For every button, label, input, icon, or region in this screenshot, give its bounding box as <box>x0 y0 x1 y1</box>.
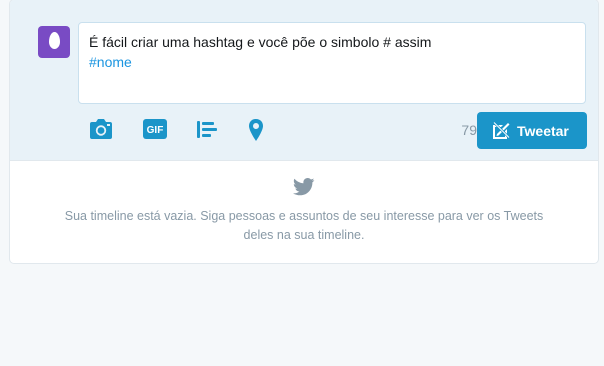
home-timeline-card: É fácil criar uma hashtag e você põe o s… <box>9 0 599 264</box>
tweet-text: É fácil criar uma hashtag e você põe o s… <box>89 34 432 50</box>
location-pin-icon <box>249 119 263 141</box>
tweet-text-input[interactable]: É fácil criar uma hashtag e você põe o s… <box>78 22 586 104</box>
tweet-button[interactable]: Tweetar <box>477 112 587 149</box>
default-egg-avatar-icon <box>49 32 60 49</box>
twitter-bird-icon <box>293 178 315 196</box>
character-counter: 79 <box>461 122 477 138</box>
gif-icon: GIF <box>143 119 167 139</box>
empty-timeline: Sua timeline está vazia. Siga pessoas e … <box>10 161 598 263</box>
tweet-button-label: Tweetar <box>517 123 569 139</box>
compose-icon <box>493 122 510 139</box>
camera-icon <box>90 119 112 139</box>
empty-timeline-message: Sua timeline está vazia. Siga pessoas e … <box>64 209 544 242</box>
add-poll-button[interactable] <box>195 118 221 144</box>
add-gif-button[interactable]: GIF <box>142 118 168 144</box>
avatar[interactable] <box>38 26 70 58</box>
gif-label: GIF <box>147 125 164 136</box>
poll-icon <box>197 121 217 138</box>
tweet-composer: É fácil criar uma hashtag e você põe o s… <box>10 0 598 161</box>
add-location-button[interactable] <box>243 118 269 144</box>
add-photo-button[interactable] <box>88 118 114 144</box>
hashtag-text: #nome <box>89 54 132 70</box>
